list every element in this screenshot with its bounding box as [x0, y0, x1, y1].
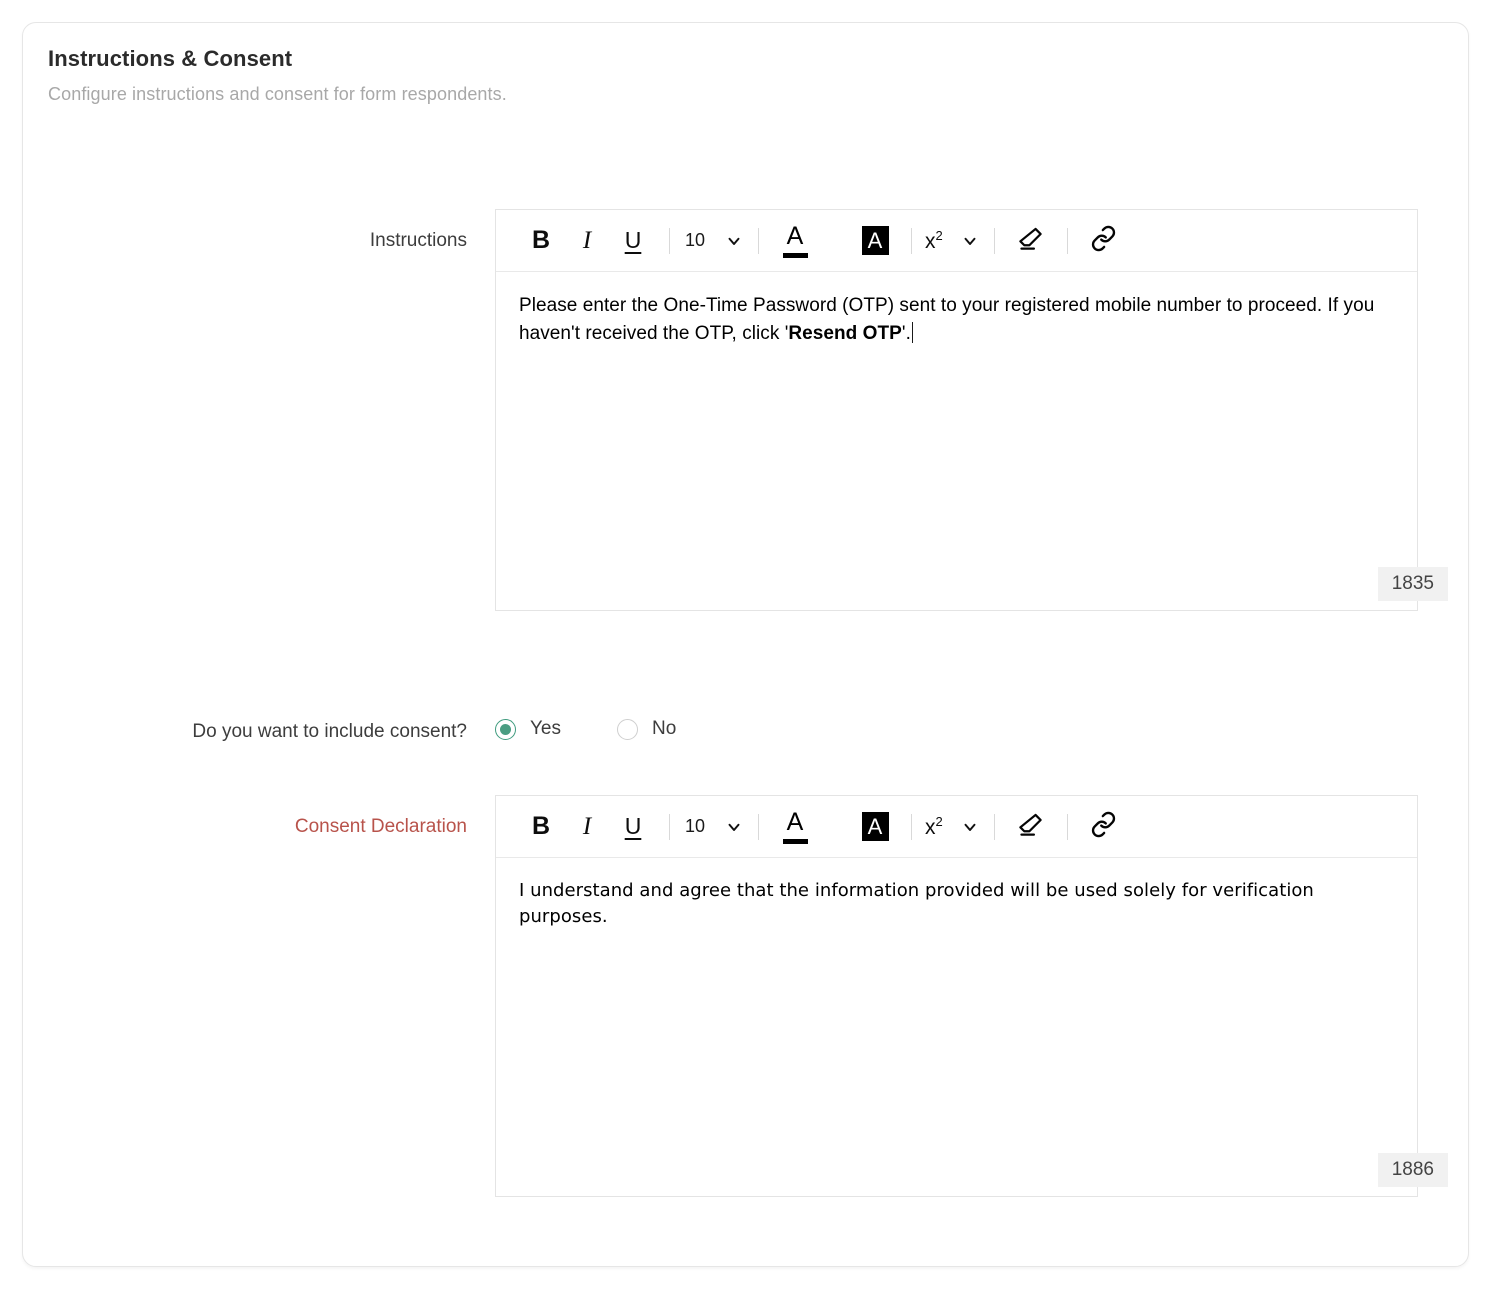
superscript-base: x: [925, 815, 936, 839]
chevron-down-icon: [959, 816, 981, 838]
radio-option-no[interactable]: No: [617, 718, 676, 740]
bold-button[interactable]: B: [518, 219, 564, 263]
superscript-select[interactable]: x2: [925, 228, 981, 254]
instructions-text: Please enter the One-Time Password (OTP)…: [519, 292, 1395, 347]
consent-editor-body[interactable]: I understand and agree that the informat…: [496, 858, 1448, 1196]
italic-button[interactable]: I: [564, 805, 610, 849]
superscript-exponent: 2: [935, 813, 943, 829]
consent-char-count: 1886: [1377, 1153, 1448, 1187]
superscript-base: x: [925, 229, 936, 253]
text-color-bar: [782, 838, 808, 844]
text-color-glyph: A: [786, 221, 804, 250]
include-consent-radio-group: Yes No: [495, 715, 732, 740]
instructions-text-bold: Resend OTP: [788, 322, 902, 344]
insert-link-button[interactable]: [1081, 219, 1127, 263]
text-color-icon: A: [782, 221, 808, 258]
instructions-editor[interactable]: B I U 10 A A x2 Please enter the One-Tim…: [495, 209, 1448, 611]
font-size-select[interactable]: 10: [683, 230, 745, 252]
toolbar-separator: [669, 813, 670, 840]
include-consent-row: Do you want to include consent? Yes No: [23, 715, 1468, 745]
text-caret: [911, 321, 913, 343]
text-color-glyph: A: [786, 807, 804, 836]
italic-button[interactable]: I: [564, 219, 610, 263]
toolbar-separator: [669, 227, 670, 254]
toolbar-separator: [1066, 227, 1068, 254]
page-subtitle: Configure instructions and consent for f…: [48, 83, 507, 104]
underline-button[interactable]: U: [610, 219, 656, 263]
text-color-button[interactable]: A: [772, 219, 818, 263]
text-color-icon: A: [782, 807, 808, 844]
page-title: Instructions & Consent: [48, 46, 293, 71]
highlight-icon: A: [861, 812, 889, 841]
screen-root: Instructions & Consent Configure instruc…: [0, 0, 1491, 1297]
text-color-button[interactable]: A: [772, 805, 818, 849]
chevron-down-icon: [723, 230, 745, 252]
consent-declaration-label: Consent Declaration: [294, 816, 467, 837]
link-icon: [1090, 811, 1117, 842]
eraser-icon: [1017, 811, 1044, 842]
highlight-icon: A: [861, 226, 889, 255]
toolbar-separator: [911, 227, 912, 254]
toolbar-separator: [1066, 813, 1068, 840]
bold-button[interactable]: B: [518, 805, 564, 849]
text-color-bar: [782, 252, 808, 258]
font-size-select[interactable]: 10: [683, 816, 745, 838]
clear-formatting-button[interactable]: [1008, 219, 1054, 263]
superscript-icon: x2: [925, 814, 943, 840]
chevron-down-icon: [723, 816, 745, 838]
toolbar-separator: [758, 813, 759, 840]
consent-declaration-editor[interactable]: B I U 10 A A x2 I understand and agree t…: [495, 795, 1448, 1197]
radio-label-no: No: [652, 718, 677, 739]
instructions-text-part1: Please enter the One-Time Password (OTP)…: [519, 295, 1380, 344]
consent-declaration-row: Consent Declaration B I U 10 A A x2 I un…: [23, 795, 1468, 1197]
insert-link-button[interactable]: [1081, 805, 1127, 849]
instructions-editor-body[interactable]: Please enter the One-Time Password (OTP)…: [496, 272, 1448, 610]
include-consent-label: Do you want to include consent?: [192, 721, 467, 742]
instructions-consent-card: Instructions & Consent Configure instruc…: [22, 22, 1469, 1267]
radio-label-yes: Yes: [530, 718, 561, 739]
toolbar-separator: [911, 813, 912, 840]
card-header: Instructions & Consent Configure instruc…: [23, 23, 1468, 105]
instructions-row: Instructions B I U 10 A A x2 Please ente…: [23, 209, 1468, 611]
font-size-value: 10: [684, 816, 706, 836]
toolbar-separator: [993, 227, 995, 254]
chevron-down-icon: [959, 230, 981, 252]
radio-icon-no: [617, 718, 638, 740]
radio-option-yes[interactable]: Yes: [495, 718, 561, 740]
superscript-icon: x2: [925, 228, 943, 254]
instructions-editor-toolbar: B I U 10 A A x2: [496, 210, 1417, 272]
link-icon: [1090, 225, 1117, 256]
highlight-color-button[interactable]: A: [852, 805, 898, 849]
instructions-label: Instructions: [369, 230, 467, 251]
font-size-value: 10: [684, 230, 706, 250]
consent-editor-toolbar: B I U 10 A A x2: [496, 796, 1417, 858]
superscript-select[interactable]: x2: [925, 814, 981, 840]
highlight-color-button[interactable]: A: [852, 219, 898, 263]
clear-formatting-button[interactable]: [1008, 805, 1054, 849]
toolbar-separator: [993, 813, 995, 840]
toolbar-separator: [758, 227, 759, 254]
instructions-text-part2: '.: [901, 322, 911, 344]
radio-icon-yes: [495, 718, 516, 740]
eraser-icon: [1017, 225, 1044, 256]
consent-declaration-text: I understand and agree that the informat…: [519, 880, 1320, 928]
radio-dot: [500, 723, 511, 735]
superscript-exponent: 2: [935, 227, 943, 243]
underline-button[interactable]: U: [610, 805, 656, 849]
instructions-char-count: 1835: [1377, 567, 1448, 601]
